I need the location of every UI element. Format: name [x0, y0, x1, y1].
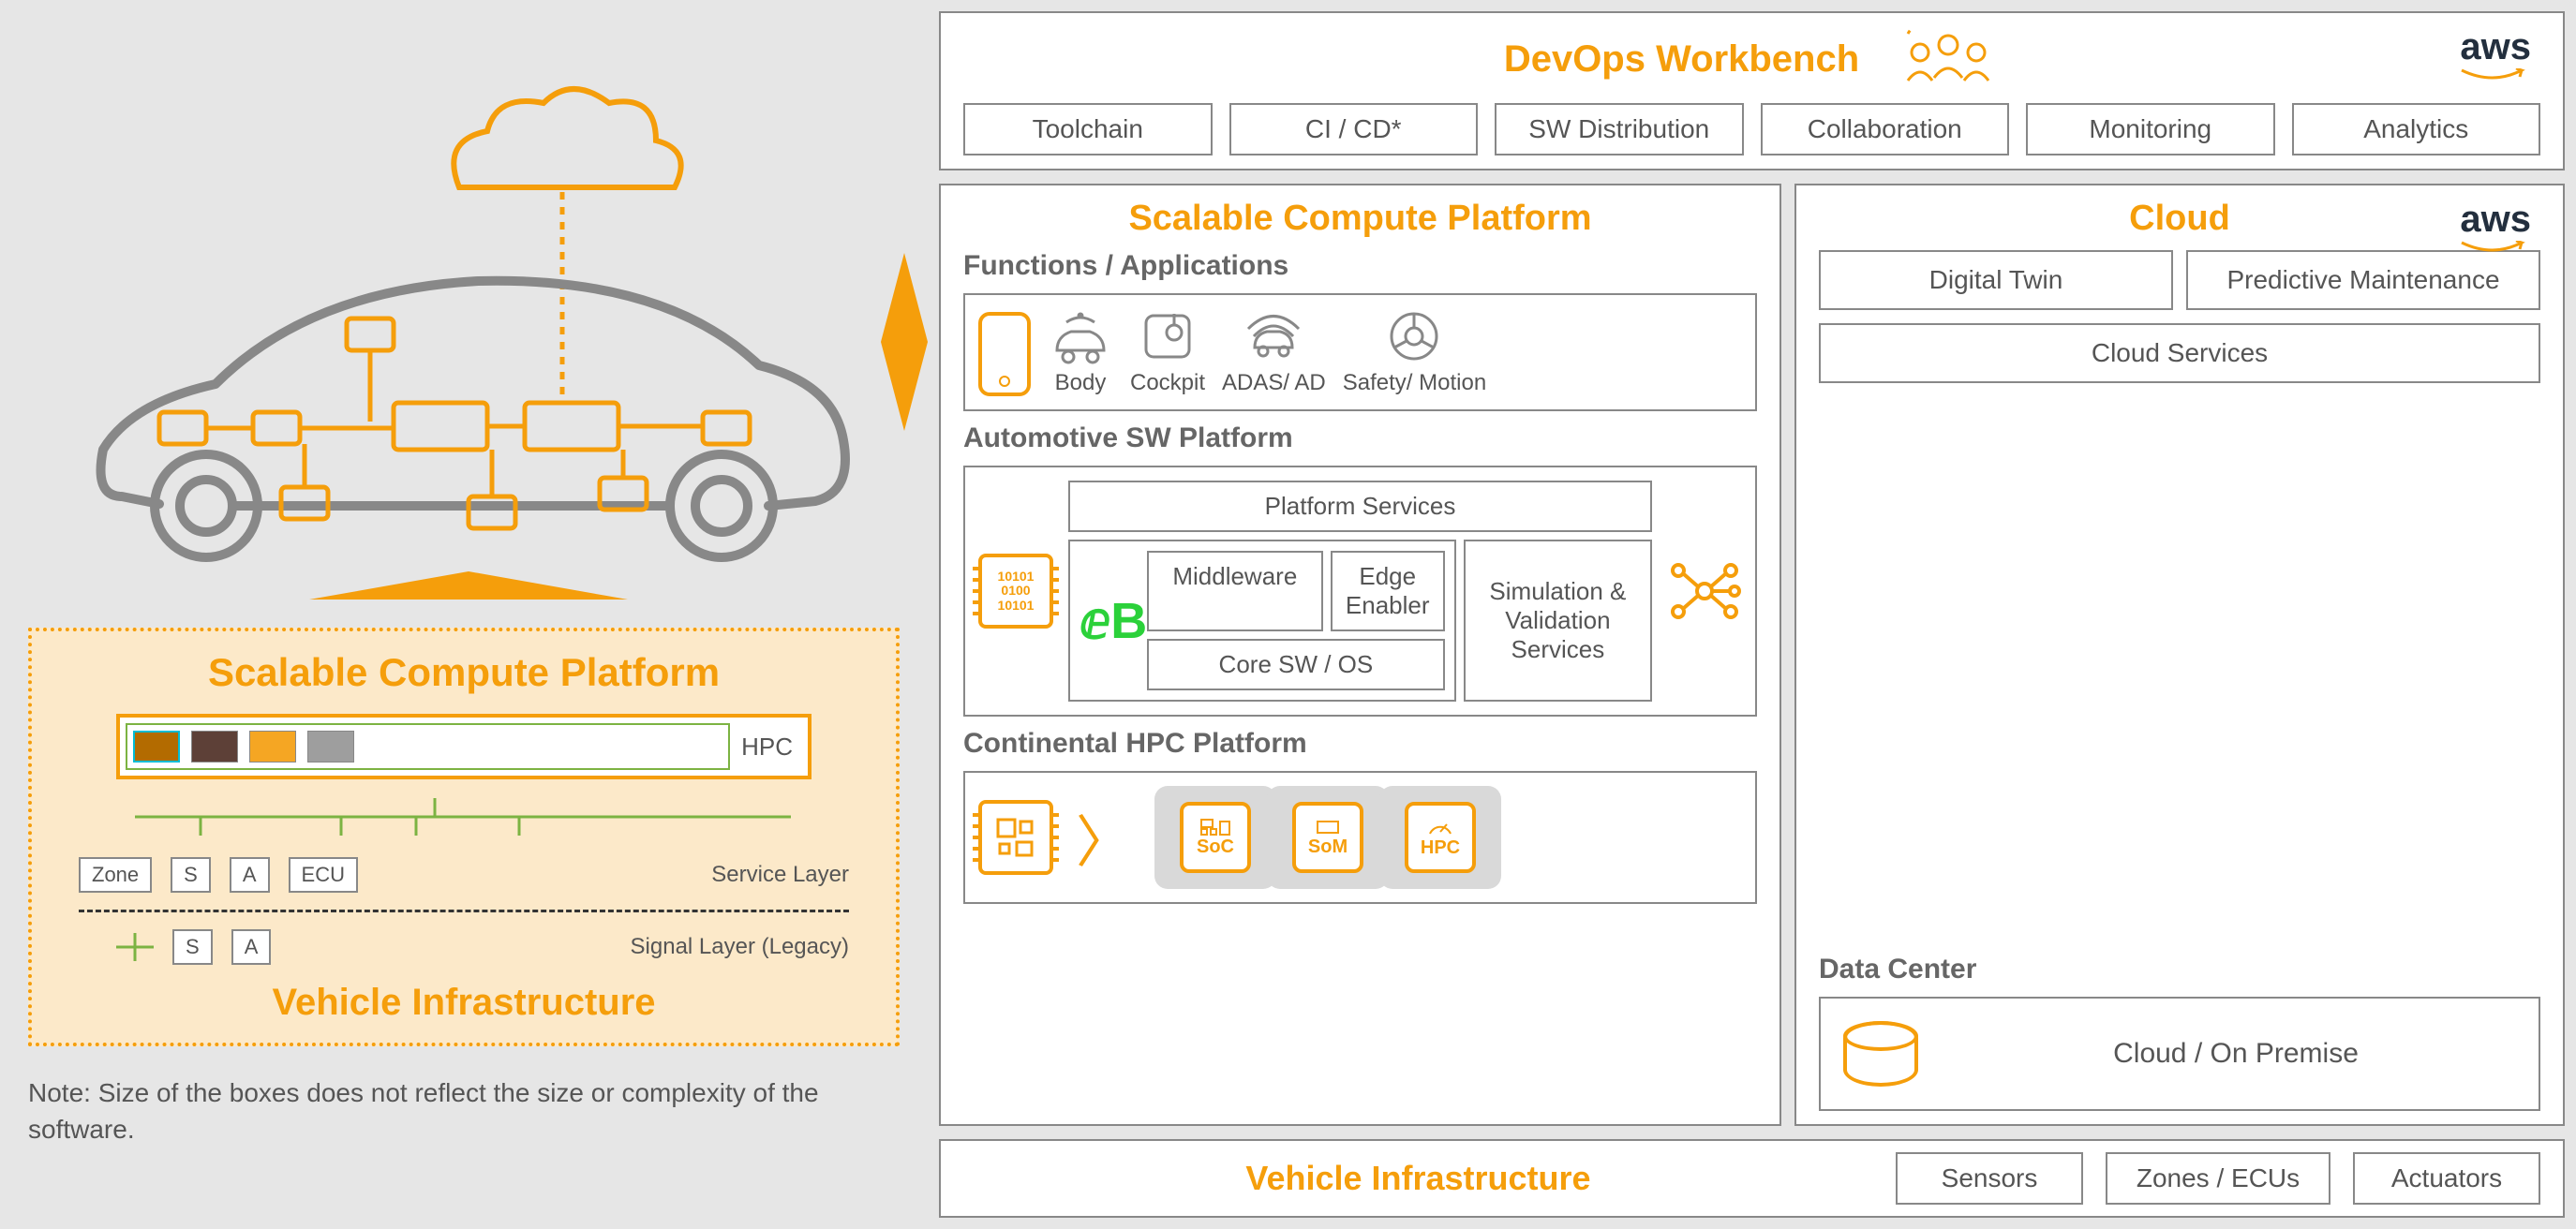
asw-header: Automotive SW Platform [963, 422, 1757, 454]
func-adas: ADAS/ AD [1222, 308, 1326, 396]
functions-header: Functions / Applications [963, 250, 1757, 282]
hpc-chip [249, 731, 296, 763]
dc-header: Data Center [1819, 954, 2540, 985]
vi-bottom-label: Vehicle Infrastructure [963, 1159, 1873, 1198]
devops-items: Toolchain CI / CD* SW Distribution Colla… [963, 103, 2540, 155]
s-box: S [171, 857, 211, 893]
phone-icon [978, 312, 1031, 396]
database-icon [1843, 1021, 1918, 1087]
asw-box: 10101 0100 10101 Platform Services ⅇB Mi… [963, 466, 1757, 717]
core-sw-box: Core SW / OS [1147, 639, 1445, 690]
vi-title: Vehicle Infrastructure [60, 982, 868, 1024]
devops-item: Analytics [2292, 103, 2541, 155]
functions-row: Body Cockpit ADAS/ AD Safety/ Motion [963, 293, 1757, 411]
a-box: A [230, 857, 270, 893]
car-cloud-svg [66, 47, 862, 609]
car-diagram [28, 28, 900, 628]
cloud-item: Cloud Services [1819, 323, 2540, 383]
devops-item: CI / CD* [1229, 103, 1479, 155]
hpc-chip [191, 731, 238, 763]
hpc-chip [133, 731, 180, 763]
scp-summary-box: Scalable Compute Platform HPC Zone S A E… [28, 628, 900, 1046]
soc-piece: SoC [1180, 802, 1251, 873]
chp-header: Continental HPC Platform [963, 728, 1757, 760]
devops-title: DevOps Workbench [1504, 38, 1859, 81]
devops-item: Toolchain [963, 103, 1213, 155]
service-layer-label: Service Layer [711, 862, 849, 888]
arrow-right-icon: 〉 [1076, 797, 1132, 879]
func-cockpit: Cockpit [1130, 308, 1205, 396]
middleware-box: Middleware [1147, 551, 1323, 631]
platform-services: Platform Services [1068, 481, 1652, 532]
scp-card-title: Scalable Compute Platform [963, 199, 1757, 239]
hpc-piece: HPC [1405, 802, 1476, 873]
puzzle-chain: SoC SoM HPC [1154, 786, 1492, 889]
func-safety: Safety/ Motion [1343, 308, 1486, 396]
edge-enabler-box: Edge Enabler [1331, 551, 1445, 631]
vehicle-infra-row: Vehicle Infrastructure Sensors Zones / E… [939, 1139, 2565, 1218]
chp-box: 〉 SoC SoM HPC [963, 771, 1757, 904]
cloud-item: Digital Twin [1819, 250, 2173, 310]
cloud-title: Cloud [2129, 199, 2230, 239]
aws-logo: aws [2460, 26, 2531, 81]
hpc-chip [307, 731, 354, 763]
chp-chip-icon [978, 800, 1053, 875]
devops-item: SW Distribution [1495, 103, 1744, 155]
hpc-box: HPC [116, 714, 812, 779]
som-piece: SoM [1292, 802, 1363, 873]
vi-item: Zones / ECUs [2106, 1152, 2330, 1205]
ecu-box: ECU [289, 857, 358, 893]
network-node-icon [1667, 554, 1742, 629]
scp-card: Scalable Compute Platform Functions / Ap… [939, 184, 1781, 1126]
a-box: A [231, 929, 272, 965]
sim-services-box: Simulation & Validation Services [1464, 540, 1652, 702]
devops-item: Collaboration [1761, 103, 2010, 155]
layer-divider [79, 910, 849, 912]
footnote: Note: Size of the boxes does not reflect… [28, 1074, 900, 1148]
cloud-item: Predictive Maintenance [2186, 250, 2540, 310]
eb-logo-icon: ⅇB [1080, 591, 1139, 650]
s-box: S [172, 929, 213, 965]
green-bus-line [79, 798, 849, 836]
signal-layer-label: Signal Layer (Legacy) [631, 934, 849, 960]
dc-item: Cloud / On Premise [1956, 1038, 2516, 1070]
signal-layer-row: S A Signal Layer (Legacy) [79, 929, 849, 965]
devops-item: Monitoring [2026, 103, 2275, 155]
aws-logo: aws [2460, 199, 2531, 254]
cloud-card: Cloud aws Digital Twin Predictive Mainte… [1794, 184, 2565, 1126]
bidirectional-arrow-icon [881, 253, 928, 431]
hpc-label: HPC [741, 733, 802, 762]
devops-card: DevOps Workbench aws Toolchain CI / CD* … [939, 11, 2565, 170]
service-layer-row: Zone S A ECU Service Layer [79, 857, 849, 893]
scp-title: Scalable Compute Platform [60, 650, 868, 695]
chip-icon: 10101 0100 10101 [978, 554, 1053, 629]
func-body: Body [1048, 308, 1113, 396]
vi-item: Sensors [1896, 1152, 2083, 1205]
team-icon [1897, 26, 2000, 92]
zone-box: Zone [79, 857, 152, 893]
dc-box: Cloud / On Premise [1819, 997, 2540, 1111]
vi-item: Actuators [2353, 1152, 2540, 1205]
